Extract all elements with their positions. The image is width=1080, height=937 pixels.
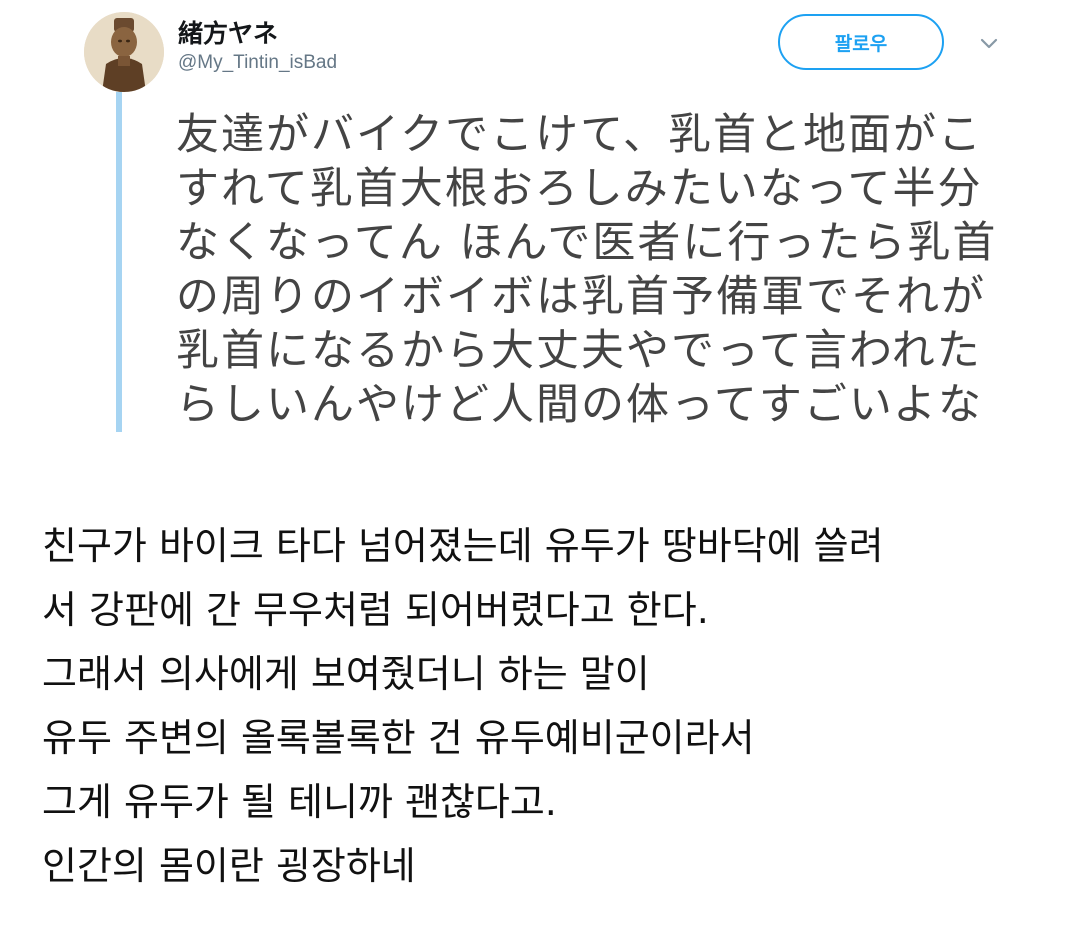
translation-line: 유두 주변의 올록볼록한 건 유두예비군이라서 <box>42 716 755 760</box>
translation-line: 그게 유두가 될 테니까 괜찮다고. <box>42 780 557 824</box>
tweet-image-text: 友達がバイクでこけて、乳首と地面がこ すれて乳首大根おろしみたいなって半分 なく… <box>176 108 1016 432</box>
tweet-text-line: すれて乳首大根おろしみたいなって半分 <box>176 164 983 214</box>
quote-bar <box>116 92 122 432</box>
chevron-down-icon[interactable] <box>976 30 1002 56</box>
tweet-text-line: 乳首になるから大丈夫やでって言われた <box>176 326 982 376</box>
user-handle[interactable]: @My_Tintin_isBad <box>178 52 337 74</box>
tweet-text-line: なくなってん ほんで医者に行ったら乳首 <box>176 218 998 268</box>
translation-line: 친구가 바이크 타다 넘어졌는데 유두가 땅바닥에 쓸려 <box>42 524 884 568</box>
translation-line: 서 강판에 간 무우처럼 되어버렸다고 한다. <box>42 588 709 632</box>
avatar-statue-image <box>84 12 164 92</box>
tweet-card: 緒方ヤネ @My_Tintin_isBad 팔로우 友達がバイクでこけて、乳首と… <box>0 0 1080 455</box>
translation-text: 친구가 바이크 타다 넘어졌는데 유두가 땅바닥에 쓸려 서 강판에 간 무우처… <box>42 514 1052 898</box>
avatar[interactable] <box>84 12 164 92</box>
translation-line: 그래서 의사에게 보여줬더니 하는 말이 <box>42 652 650 696</box>
display-name[interactable]: 緒方ヤネ <box>178 14 278 50</box>
tweet-text-line: 友達がバイクでこけて、乳首と地面がこ <box>176 110 983 160</box>
tweet-text-line: らしいんやけど人間の体ってすごいよな <box>176 380 983 430</box>
translation-line: 인간의 몸이란 굉장하네 <box>42 844 416 888</box>
follow-button[interactable]: 팔로우 <box>778 14 944 70</box>
tweet-text-line: の周りのイボイボは乳首予備軍でそれが <box>176 272 986 322</box>
